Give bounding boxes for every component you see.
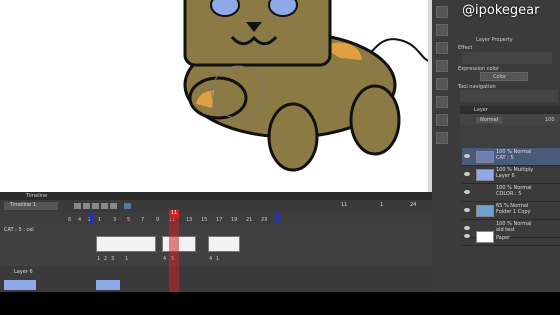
frame-info-b: 1: [380, 202, 384, 208]
opacity-value[interactable]: 100: [545, 117, 555, 123]
ruler-tick: 13: [186, 217, 193, 223]
eye-icon[interactable]: [464, 208, 470, 212]
cel-number: 4: [163, 256, 167, 262]
layer-text: 100 % Normal CAT : 5: [496, 149, 532, 161]
range-end-marker[interactable]: [276, 212, 280, 224]
loop-icon[interactable]: [124, 203, 131, 209]
layer-text: 100 % Normal COLOR : 5: [496, 185, 532, 197]
ruler-tick: 7: [141, 217, 145, 223]
layer-thumbnail: [476, 151, 494, 163]
frame-info-a: 11: [341, 202, 348, 208]
eye-icon[interactable]: [464, 172, 470, 176]
layer-icon[interactable]: [436, 6, 448, 18]
range-start-marker[interactable]: [90, 212, 94, 224]
eye-icon[interactable]: [464, 234, 470, 238]
cel-block[interactable]: [208, 236, 240, 252]
cel-number: 2: [104, 256, 108, 262]
expression-color-value: Color: [493, 74, 507, 80]
track-thumbnail: [4, 280, 36, 290]
eye-icon[interactable]: [464, 190, 470, 194]
cel-number: 1: [97, 256, 101, 262]
expression-color-select[interactable]: Color: [480, 72, 528, 81]
letterbox-bottom: [0, 292, 560, 315]
layer-toolbar[interactable]: [460, 125, 560, 147]
tool-navigation-buttons[interactable]: [460, 90, 558, 102]
ruler-tick: 5: [127, 217, 131, 223]
effect-label: Effect: [458, 45, 473, 51]
timeline-title-bar: Timeline: [0, 192, 432, 200]
material-icon[interactable]: [436, 60, 448, 72]
cel-block[interactable]: [96, 280, 120, 290]
cel-number: 3: [111, 256, 115, 262]
timeline-toolbar: Timeline 1 11 1 24: [0, 200, 432, 212]
track-label-cat: CAT : 5 : cel: [4, 227, 34, 233]
cel-block[interactable]: [96, 236, 156, 252]
properties-icon[interactable]: [436, 42, 448, 54]
timeline-select[interactable]: Timeline 1: [4, 202, 58, 210]
layer-property-title: Layer Property: [476, 37, 513, 43]
ruler-tick: 19: [231, 217, 238, 223]
ruler-tick: 1: [98, 217, 102, 223]
ruler-tick: 23: [261, 217, 268, 223]
ruler-tick: 3: [113, 217, 117, 223]
ruler-tick: 21: [246, 217, 253, 223]
prev-frame-icon[interactable]: [83, 203, 90, 209]
layer-text: Paper: [496, 235, 511, 241]
mask-icon[interactable]: [436, 132, 448, 144]
ruler-tick: 9: [156, 217, 160, 223]
layer-row-folder1-copy[interactable]: 65 % Normal Folder 1 Copy: [462, 202, 560, 220]
play-icon[interactable]: [92, 203, 99, 209]
cel-block[interactable]: [162, 236, 196, 252]
layer-row-paper[interactable]: Paper: [462, 228, 560, 246]
layer-row-layer6[interactable]: 100 % Multiply Layer 6: [462, 166, 560, 184]
lock-icon[interactable]: [436, 114, 448, 126]
playhead[interactable]: [169, 218, 179, 292]
track-label-layer6: Layer 6: [14, 269, 33, 275]
next-frame-icon[interactable]: [101, 203, 108, 209]
blend-mode-select[interactable]: Normal: [476, 117, 503, 123]
ruler-tick: 6: [68, 217, 72, 223]
track-cat[interactable]: CAT : 5 : cel 1 2 3 1 4 5 4 1: [0, 224, 432, 266]
first-frame-icon[interactable]: [74, 203, 81, 209]
navigator-icon[interactable]: [436, 78, 448, 90]
current-frame-indicator[interactable]: 11: [169, 210, 179, 218]
layer-row-color[interactable]: 100 % Normal COLOR : 5: [462, 184, 560, 202]
ruler-tick: 17: [216, 217, 223, 223]
watermark: @ipokegear: [462, 3, 540, 18]
layer-text: 65 % Normal Folder 1 Copy: [496, 203, 531, 215]
ruler-tick: 4: [78, 217, 82, 223]
panel-icon-column: [434, 4, 460, 294]
track-layer6[interactable]: Layer 6: [0, 266, 432, 292]
cel-number: 1: [125, 256, 129, 262]
eye-icon[interactable]: [464, 154, 470, 158]
layer-text: 100 % Multiply Layer 6: [496, 167, 534, 179]
tab-layer[interactable]: Layer: [474, 107, 488, 113]
blend-mode-bar: Normal 100: [460, 114, 560, 125]
timeline-ruler[interactable]: 6 4 2 1 3 5 7 9 11 13 15 17 19 21 23: [0, 212, 432, 224]
folder-icon[interactable]: [436, 24, 448, 36]
cel-number: 4: [209, 256, 213, 262]
drawing-canvas[interactable]: [0, 0, 432, 192]
ruler-tick: 15: [201, 217, 208, 223]
frame-info-c: 24: [410, 202, 417, 208]
layer-row-cat[interactable]: 100 % Normal CAT : 5: [462, 148, 560, 166]
layer-thumbnail: [476, 169, 494, 181]
history-icon[interactable]: [436, 96, 448, 108]
layer-thumbnail: [476, 205, 494, 217]
last-frame-icon[interactable]: [110, 203, 117, 209]
cel-number: 1: [216, 256, 220, 262]
layer-panel-tabs: Layer: [460, 106, 560, 114]
cat-illustration: [183, 0, 432, 172]
layer-thumbnail: [476, 231, 494, 243]
timeline-title: Timeline: [26, 193, 48, 199]
effect-buttons[interactable]: [462, 52, 552, 64]
